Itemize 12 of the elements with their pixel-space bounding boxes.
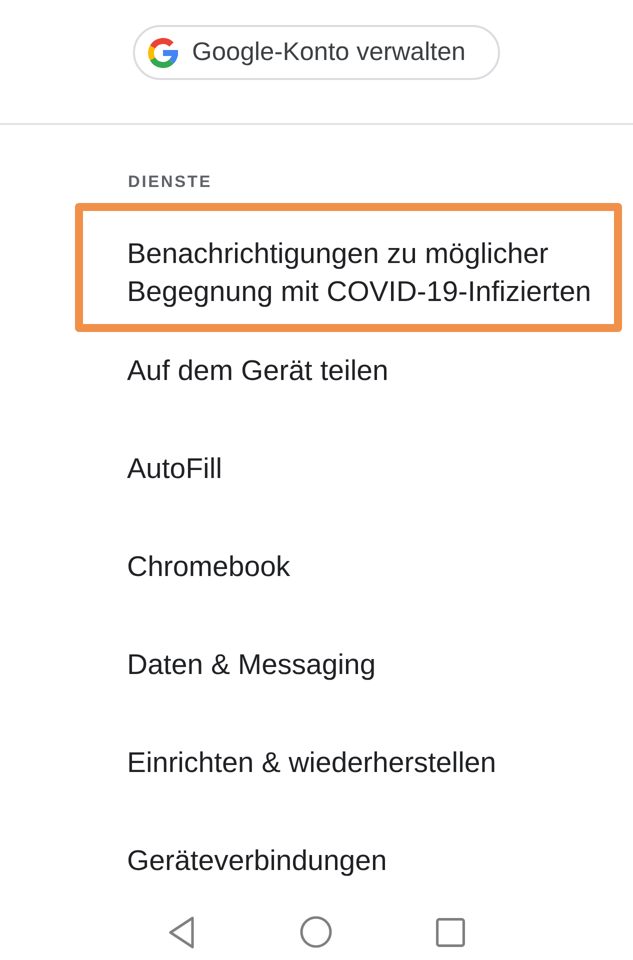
settings-item[interactable]: Daten & Messaging (0, 616, 633, 714)
settings-item[interactable]: Chromebook (0, 518, 633, 616)
g-logo-icon (148, 38, 178, 68)
settings-item[interactable]: Geräteverbindungen (0, 812, 633, 910)
home-icon[interactable] (300, 916, 332, 948)
settings-item[interactable]: Einrichten & wiederherstellen (0, 714, 633, 812)
settings-item[interactable]: AutoFill (0, 420, 633, 518)
settings-item[interactable]: Benachrichtigungen zu möglicher Begegnung mit COVID-19-Infizierten (75, 203, 622, 332)
recents-icon[interactable] (436, 918, 465, 947)
manage-account-button[interactable]: Google-Konto verwalten (133, 25, 500, 80)
back-icon[interactable] (168, 916, 195, 949)
section-header: DIENSTE (128, 173, 212, 191)
